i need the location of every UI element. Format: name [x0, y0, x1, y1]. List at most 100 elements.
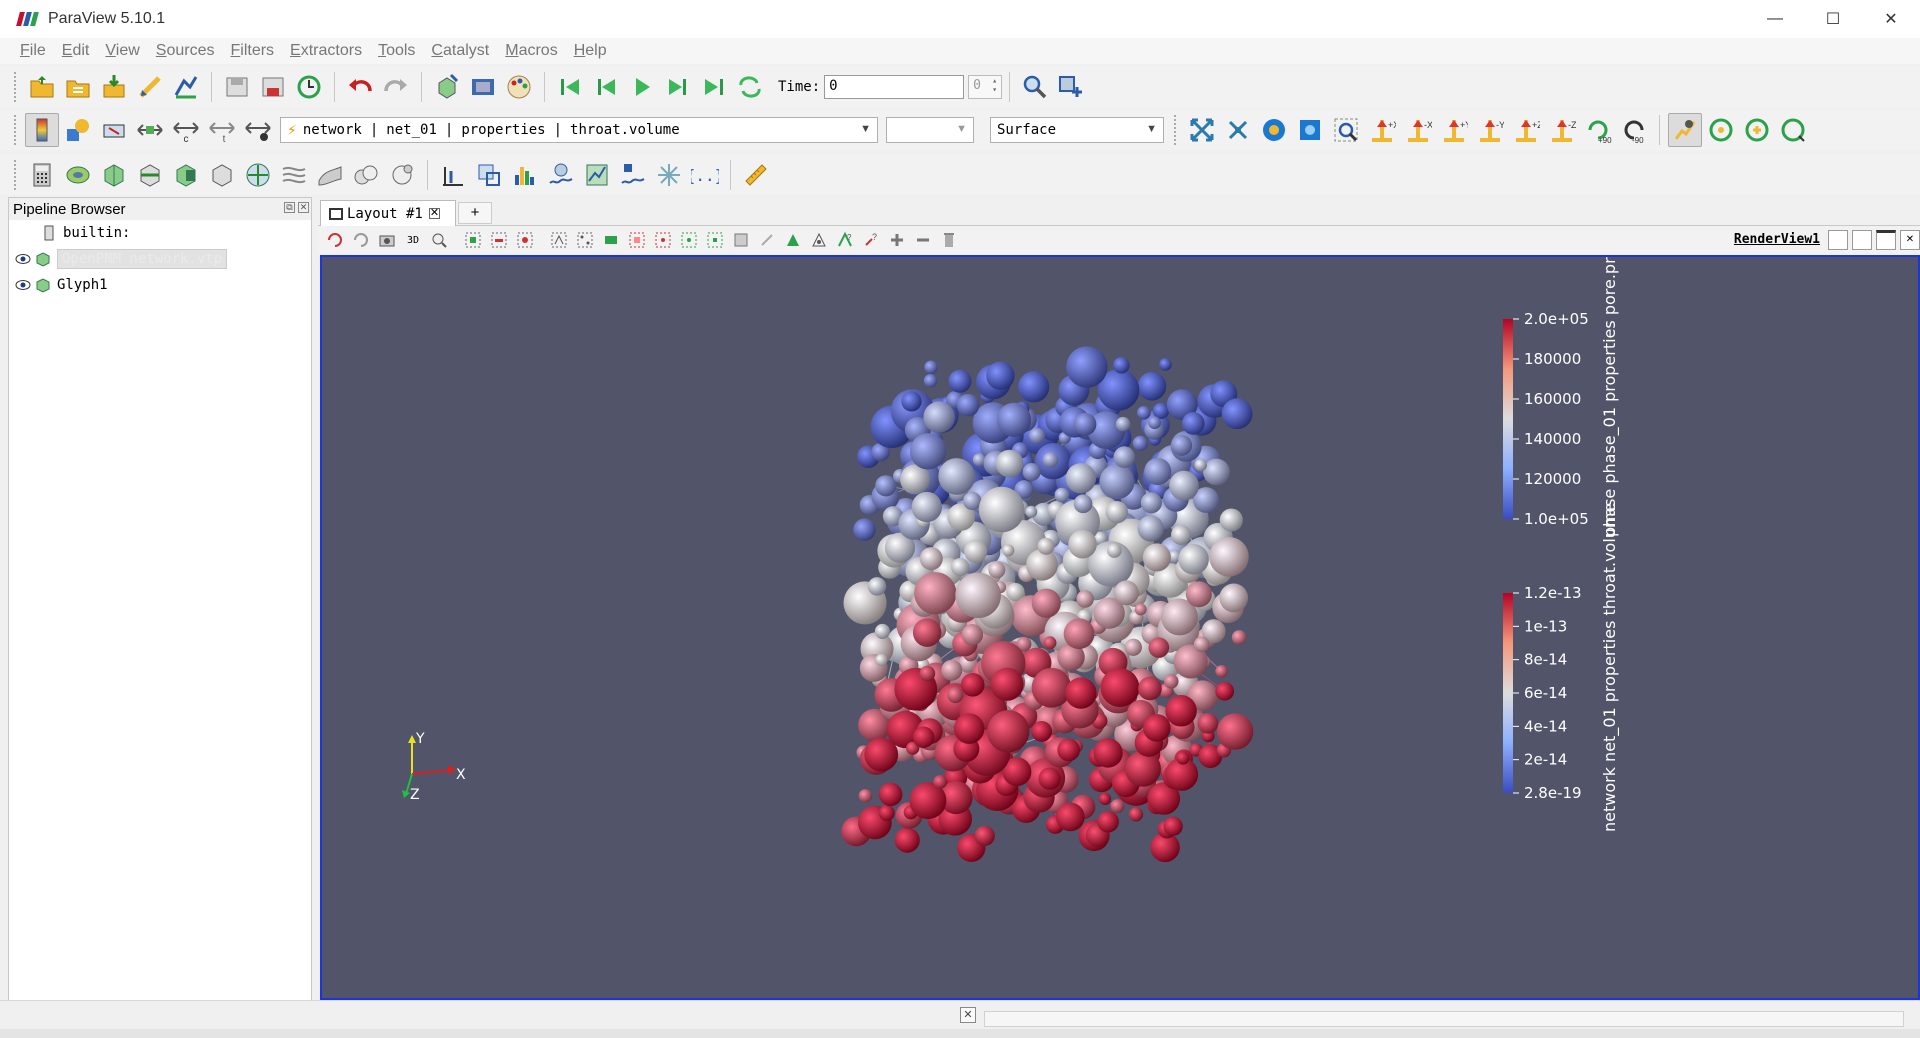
rescale-visible-range-icon[interactable]: c: [169, 113, 203, 147]
interactive-select-points-icon[interactable]: [652, 229, 674, 251]
view-plus-z-icon[interactable]: +Z: [1509, 113, 1543, 147]
zoom-closest-icon[interactable]: [1293, 113, 1327, 147]
representation-dropdown[interactable]: Surface ▼: [990, 117, 1164, 143]
zoom-box-icon[interactable]: [1329, 113, 1363, 147]
center-axes-visibility-icon[interactable]: [1668, 113, 1702, 147]
shrink-selection-icon[interactable]: [756, 229, 778, 251]
select-cells-through-icon[interactable]: [514, 229, 536, 251]
zoom-to-data-icon[interactable]: [1018, 70, 1052, 104]
split-horizontal-icon[interactable]: [1828, 230, 1848, 250]
plot-over-time-icon[interactable]: [616, 158, 650, 192]
render-scene[interactable]: Y X Z phase phase_01 properties pore.pre…: [322, 257, 1918, 998]
select-cells-on-icon[interactable]: [462, 229, 484, 251]
interactive-select-cells-icon[interactable]: [626, 229, 648, 251]
menu-sources[interactable]: Sources: [156, 42, 215, 60]
loop-icon[interactable]: [733, 70, 767, 104]
rescale-temporal-icon[interactable]: t: [205, 113, 239, 147]
color-by-dropdown[interactable]: ⚡ network | net_01 | properties | throat…: [280, 117, 878, 143]
toggle-selection-icon[interactable]: ?: [834, 229, 856, 251]
open-file-icon[interactable]: [25, 70, 59, 104]
rotate-plus-90-icon[interactable]: +90: [1581, 113, 1615, 147]
reset-all-icon[interactable]: [350, 229, 372, 251]
warp-by-vector-icon[interactable]: [313, 158, 347, 192]
calculator-icon[interactable]: [25, 158, 59, 192]
toggle-3d-button[interactable]: 3D: [402, 229, 424, 251]
slice-icon[interactable]: [133, 158, 167, 192]
reset-center-icon[interactable]: [1704, 113, 1738, 147]
connect-icon[interactable]: [133, 70, 167, 104]
grow-selection-icon[interactable]: [730, 229, 752, 251]
extract-subset-icon[interactable]: [205, 158, 239, 192]
next-frame-icon[interactable]: [661, 70, 695, 104]
throat-volume-legend[interactable]: network net_01 properties throat.volume …: [1503, 503, 1620, 832]
toolbar-grip[interactable]: [1174, 115, 1178, 145]
select-points-on-icon[interactable]: [488, 229, 510, 251]
load-state-icon[interactable]: [256, 70, 290, 104]
menu-catalyst[interactable]: Catalyst: [431, 42, 489, 60]
select-polygon-icon[interactable]: [574, 229, 596, 251]
menu-filters[interactable]: Filters: [230, 42, 274, 60]
eye-icon[interactable]: [15, 279, 31, 291]
play-icon[interactable]: [625, 70, 659, 104]
select-blocks-icon[interactable]: [600, 229, 622, 251]
edit-color-map-icon[interactable]: [61, 113, 95, 147]
close-button[interactable]: ✕: [1862, 0, 1920, 38]
open-recent-icon[interactable]: [61, 70, 95, 104]
last-frame-icon[interactable]: [697, 70, 731, 104]
select-points-through-icon[interactable]: [548, 229, 570, 251]
query-selection-icon[interactable]: ?: [860, 229, 882, 251]
split-vertical-icon[interactable]: [1852, 230, 1872, 250]
capture-screenshot-icon[interactable]: [376, 229, 398, 251]
add-selection-icon[interactable]: [782, 229, 804, 251]
view-plus-y-icon[interactable]: +Y: [1437, 113, 1471, 147]
pore-pressure-legend[interactable]: phase phase_01 properties pore.pressure …: [1503, 257, 1620, 537]
view-minus-y-icon[interactable]: -Y: [1473, 113, 1507, 147]
adjust-camera-icon[interactable]: [428, 229, 450, 251]
pipeline-item[interactable]: Glyph1: [9, 272, 311, 298]
toolbar-grip[interactable]: [14, 115, 18, 145]
time-input[interactable]: 0: [824, 75, 965, 99]
pipeline-item[interactable]: OpenPNM_network.vtp: [9, 246, 311, 272]
rescale-data-icon[interactable]: [241, 113, 275, 147]
rotate-minus-90-icon[interactable]: -90: [1617, 113, 1651, 147]
view-minus-x-icon[interactable]: -X: [1401, 113, 1435, 147]
layout-tab[interactable]: Layout #1 ✕: [320, 200, 456, 226]
maximize-button[interactable]: ☐: [1804, 0, 1862, 38]
maximize-view-icon[interactable]: [1876, 230, 1896, 250]
extract-level-icon[interactable]: [385, 158, 419, 192]
toolbar-grip[interactable]: [14, 160, 18, 190]
reset-session-icon[interactable]: [292, 70, 326, 104]
close-output-icon[interactable]: ✕: [960, 1007, 976, 1023]
menu-view[interactable]: View: [105, 42, 139, 60]
minus-icon[interactable]: [912, 229, 934, 251]
subtract-selection-icon[interactable]: [808, 229, 830, 251]
pick-center-icon[interactable]: [1740, 113, 1774, 147]
close-tab-icon[interactable]: ✕: [428, 208, 440, 219]
clip-icon[interactable]: [97, 158, 131, 192]
undo-icon[interactable]: [343, 70, 377, 104]
close-panel-icon[interactable]: ✕: [298, 202, 309, 213]
view-plus-x-icon[interactable]: +X: [1365, 113, 1399, 147]
menu-edit[interactable]: Edit: [62, 42, 90, 60]
glyph-icon[interactable]: [241, 158, 275, 192]
color-palette-icon[interactable]: [502, 70, 536, 104]
reset-display-empty-view-icon[interactable]: [324, 229, 346, 251]
redo-icon[interactable]: [379, 70, 413, 104]
pipeline-root[interactable]: builtin:: [9, 220, 311, 246]
previous-frame-icon[interactable]: [589, 70, 623, 104]
ruler-icon[interactable]: [739, 158, 773, 192]
eye-icon[interactable]: [15, 253, 31, 265]
save-state-icon[interactable]: [220, 70, 254, 104]
clear-selection-icon[interactable]: [938, 229, 960, 251]
time-step-spinner[interactable]: 0: [968, 75, 1003, 99]
view-minus-z-icon[interactable]: -Z: [1545, 113, 1579, 147]
menu-file[interactable]: File: [20, 42, 46, 60]
color-legend-toggle-icon[interactable]: [25, 113, 59, 147]
group-datasets-icon[interactable]: [349, 158, 383, 192]
hover-cells-icon[interactable]: [678, 229, 700, 251]
menu-tools[interactable]: Tools: [378, 42, 415, 60]
zoom-to-selection-icon[interactable]: [1257, 113, 1291, 147]
probe-line-icon[interactable]: [436, 158, 470, 192]
toolbar-grip[interactable]: [14, 72, 18, 102]
reset-camera-closest-icon[interactable]: [1221, 113, 1255, 147]
